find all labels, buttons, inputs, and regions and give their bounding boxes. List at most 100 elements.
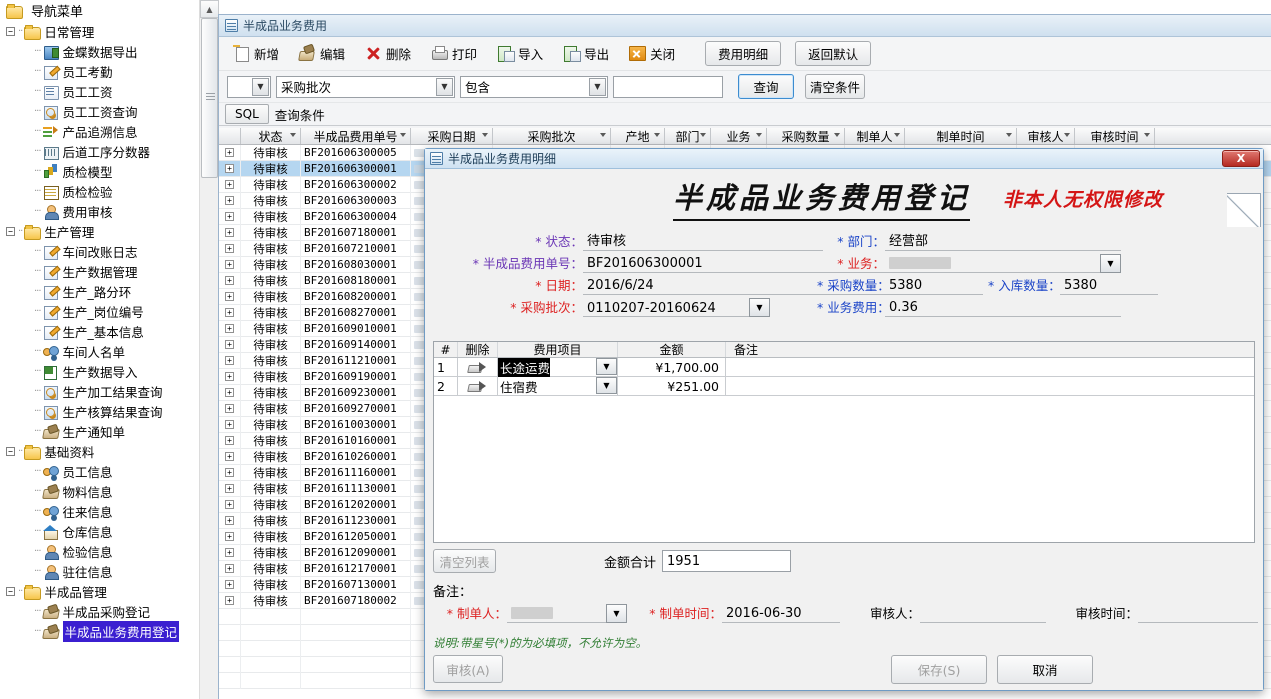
sort-arrow-icon[interactable] <box>700 133 706 137</box>
row-expander[interactable]: + <box>219 480 241 497</box>
plus-icon[interactable]: + <box>225 356 234 365</box>
plus-icon[interactable]: + <box>225 596 234 605</box>
item-amount[interactable]: ¥251.00 <box>618 376 726 396</box>
toolbar-edit[interactable]: 编辑 <box>293 40 359 68</box>
row-expander[interactable]: + <box>219 448 241 465</box>
sort-arrow-icon[interactable] <box>600 133 606 137</box>
row-expander[interactable]: + <box>219 592 241 609</box>
sidebar-group-2[interactable]: − ·· 基础资料 <box>0 441 218 461</box>
row-expander[interactable]: + <box>219 288 241 305</box>
grid-column-header[interactable]: 业务 <box>711 128 767 144</box>
chevron-down-icon[interactable]: ▼ <box>589 77 606 96</box>
plus-icon[interactable]: + <box>225 388 234 397</box>
search-button[interactable]: 查询 <box>738 74 794 99</box>
sidebar-item-2-0[interactable]: ··· 员工信息 <box>0 461 218 481</box>
sort-arrow-icon[interactable] <box>834 133 840 137</box>
sidebar-item-1-8[interactable]: ··· 生产核算结果查询 <box>0 401 218 421</box>
plus-icon[interactable]: + <box>225 164 234 173</box>
sidebar-item-0-0[interactable]: ··· 金蝶数据导出 <box>0 41 218 61</box>
item-delete-button[interactable] <box>458 376 498 396</box>
row-expander[interactable]: + <box>219 512 241 529</box>
row-expander[interactable]: + <box>219 432 241 449</box>
sidebar-group-1[interactable]: − ·· 生产管理 <box>0 221 218 241</box>
plus-icon[interactable]: + <box>225 148 234 157</box>
grid-column-header[interactable]: 半成品费用单号 <box>301 128 411 144</box>
fee-item-row[interactable]: 1 长途运费 ▼ ¥1,700.00 <box>434 357 1254 377</box>
sidebar-item-1-1[interactable]: ··· 生产数据管理 <box>0 261 218 281</box>
row-expander[interactable]: + <box>219 176 241 193</box>
grid-column-header[interactable]: 采购批次 <box>493 128 611 144</box>
sort-arrow-icon[interactable] <box>1006 133 1012 137</box>
sort-arrow-icon[interactable] <box>894 133 900 137</box>
row-expander[interactable]: + <box>219 368 241 385</box>
sidebar-item-2-4[interactable]: ··· 检验信息 <box>0 541 218 561</box>
grid-column-header[interactable]: 状态 <box>241 128 301 144</box>
total-input[interactable]: 1951 <box>662 550 792 572</box>
row-expander[interactable]: + <box>219 544 241 561</box>
sidebar-item-0-4[interactable]: ··· 产品追溯信息 <box>0 121 218 141</box>
sidebar-item-0-3[interactable]: ··· 员工工资查询 <box>0 101 218 121</box>
plus-icon[interactable]: + <box>225 276 234 285</box>
row-expander[interactable]: + <box>219 208 241 225</box>
sidebar-item-1-3[interactable]: ··· 生产_岗位编号 <box>0 301 218 321</box>
item-name-cell[interactable]: 住宿费 ▼ <box>498 376 618 396</box>
grid-column-header[interactable]: 部门 <box>665 128 711 144</box>
item-name-select[interactable]: 长途运费 ▼ <box>498 357 617 377</box>
expander-icon[interactable]: − <box>6 586 15 596</box>
sidebar-item-1-6[interactable]: ··· 生产数据导入 <box>0 361 218 381</box>
plus-icon[interactable]: + <box>225 404 234 413</box>
row-expander[interactable]: + <box>219 224 241 241</box>
dialog-close-button[interactable]: X <box>1222 150 1260 167</box>
field-batch-select[interactable]: 0110207-20160624 ▼ <box>583 298 770 317</box>
delete-row-icon[interactable] <box>468 380 487 393</box>
plus-icon[interactable]: + <box>225 564 234 573</box>
sidebar-item-0-7[interactable]: ··· 质检检验 <box>0 181 218 201</box>
sidebar-root[interactable]: 导航菜单 <box>0 0 218 21</box>
chevron-down-icon[interactable]: ▼ <box>596 357 617 375</box>
row-expander[interactable]: + <box>219 464 241 481</box>
sort-arrow-icon[interactable] <box>1064 133 1070 137</box>
toolbar-close[interactable]: 关闭 <box>623 40 689 68</box>
grid-column-header[interactable]: 审核时间 <box>1075 128 1155 144</box>
toolbar-delete[interactable]: 删除 <box>359 40 425 68</box>
sidebar-item-0-2[interactable]: ··· 员工工资 <box>0 81 218 101</box>
filter-field-select[interactable]: 采购批次 ▼ <box>276 75 455 98</box>
toolbar-print[interactable]: 打印 <box>425 40 491 68</box>
toolbar-export[interactable]: 导出 <box>557 40 623 68</box>
fee-item-row[interactable]: 2 住宿费 ▼ ¥251.00 <box>434 376 1254 396</box>
sort-arrow-icon[interactable] <box>482 133 488 137</box>
sidebar-item-2-1[interactable]: ··· 物料信息 <box>0 481 218 501</box>
row-expander[interactable]: + <box>219 528 241 545</box>
sidebar-item-2-5[interactable]: ··· 驻往信息 <box>0 561 218 581</box>
sidebar-item-1-7[interactable]: ··· 生产加工结果查询 <box>0 381 218 401</box>
sidebar-item-3-1[interactable]: ··· 半成品业务费用登记 <box>0 620 218 642</box>
chevron-down-icon[interactable]: ▼ <box>749 298 770 317</box>
filter-logic-select[interactable]: ▼ <box>227 75 271 98</box>
row-expander[interactable]: + <box>219 496 241 513</box>
scroll-up-arrow[interactable]: ▲ <box>200 0 219 18</box>
chevron-down-icon[interactable]: ▼ <box>436 77 453 96</box>
plus-icon[interactable]: + <box>225 196 234 205</box>
item-amount[interactable]: ¥1,700.00 <box>618 357 726 377</box>
sort-arrow-icon[interactable] <box>290 133 296 137</box>
grid-column-header[interactable]: 产地 <box>611 128 665 144</box>
plus-icon[interactable]: + <box>225 212 234 221</box>
plus-icon[interactable]: + <box>225 228 234 237</box>
grid-column-header[interactable]: 制单时间 <box>905 128 1017 144</box>
plus-icon[interactable]: + <box>225 340 234 349</box>
plus-icon[interactable]: + <box>225 308 234 317</box>
plus-icon[interactable]: + <box>225 260 234 269</box>
plus-icon[interactable]: + <box>225 452 234 461</box>
sidebar-scrollbar[interactable]: ▲ <box>199 0 219 699</box>
scrollbar-thumb[interactable] <box>201 18 218 178</box>
field-purchase-qty-value[interactable]: 5380 <box>885 278 983 295</box>
plus-icon[interactable]: + <box>225 484 234 493</box>
audit-button[interactable]: 审核(A) <box>433 655 503 683</box>
sort-arrow-icon[interactable] <box>1144 133 1150 137</box>
sidebar-item-0-6[interactable]: ··· 质检模型 <box>0 161 218 181</box>
row-expander[interactable]: + <box>219 560 241 577</box>
grid-column-header[interactable]: 审核人 <box>1017 128 1075 144</box>
plus-icon[interactable]: + <box>225 468 234 477</box>
sort-arrow-icon[interactable] <box>400 133 406 137</box>
chevron-down-icon[interactable]: ▼ <box>1100 254 1121 273</box>
